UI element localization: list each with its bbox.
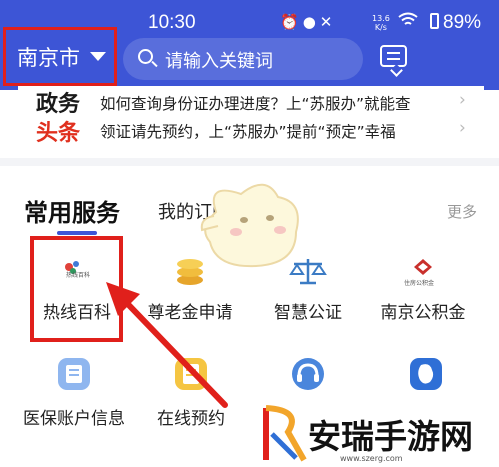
service-label: 南京公积金 [380,303,466,323]
battery-icon [430,13,439,29]
scales-icon [288,256,328,286]
news-card: 政务 头条 如何查询身份证办理进度？上“苏服办”就能查 › 领证请先预约，上“苏… [18,86,484,150]
status-time: 10:30 [148,12,196,33]
chevron-right-icon: › [459,90,466,110]
news-badge: 政务 头条 [36,90,88,148]
status-icons: ⏰●✕ [280,13,336,31]
caret-down-icon [90,52,106,61]
map-icon [408,356,444,392]
tab-active-indicator [57,231,97,235]
medical-insurance-icon [56,356,92,392]
service-label: 智慧公证 [274,303,342,323]
city-label: 南京市 [17,45,80,70]
city-selector[interactable]: 南京市 [3,27,117,86]
mute-icon: ✕ [319,13,337,31]
pointer-arrow [106,282,228,408]
watermark: 安瑞手游网 www.szerg.com [256,400,499,467]
service-smart-notary[interactable]: 智慧公证 [258,256,358,323]
watermark-url: www.szerg.com [340,454,403,463]
watermark-text: 安瑞手游网 [308,417,473,456]
housing-fund-icon-caption: 住房公积金 [404,280,435,287]
headset-icon [290,356,326,392]
network-speed-unit: K/s [374,23,387,32]
service-map[interactable] [386,356,466,404]
more-link[interactable]: 更多 [447,201,477,222]
service-headset[interactable] [268,356,348,404]
message-icon[interactable] [380,45,407,67]
network-speed: 13.6 K/s [372,14,390,32]
search-bar[interactable]: 请输入关键词 [123,38,363,80]
network-speed-value: 13.6 [372,14,390,23]
chevron-right-icon: › [459,118,466,138]
service-nanjing-housing-fund[interactable]: 住房公积金 南京公积金 [368,256,478,323]
search-placeholder: 请输入关键词 [165,51,273,72]
battery-indicator: 89% [430,12,481,34]
news-item[interactable]: 领证请先预约，上“苏服办”提前“预定”幸福 [100,120,465,142]
wifi-icon [398,12,418,32]
section-divider [0,158,499,166]
tab-common-services[interactable]: 常用服务 [24,193,120,228]
news-item[interactable]: 如何查询身份证办理进度？上“苏服办”就能查 [100,92,465,114]
alarm-icon: ⏰ [280,13,303,31]
battery-level: 89% [443,12,482,33]
news-badge-line1: 政务 [36,92,81,117]
watermark-logo [263,405,307,462]
location-icon: ● [302,13,320,31]
news-badge-line2: 头条 [36,121,81,146]
